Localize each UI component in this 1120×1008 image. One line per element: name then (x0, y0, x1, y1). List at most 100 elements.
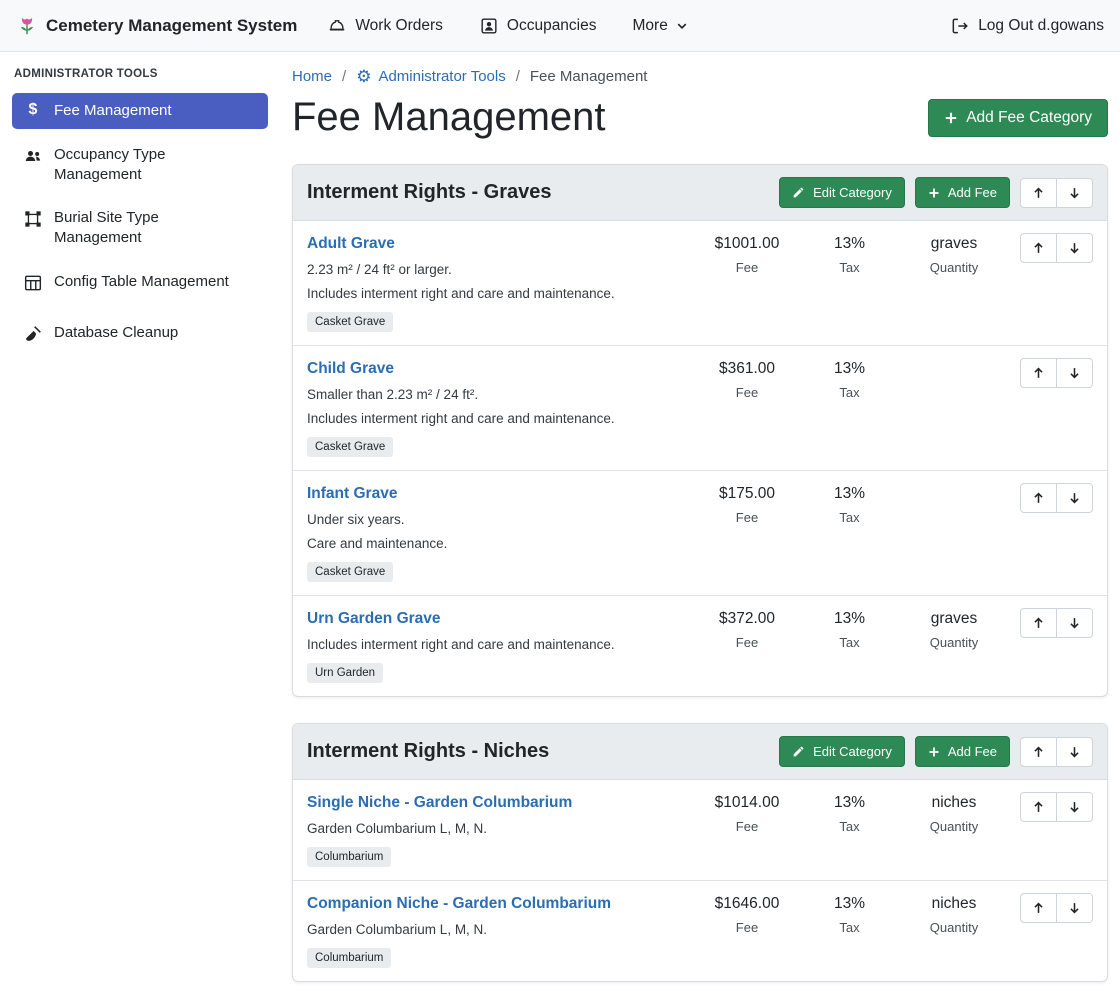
edit-category-button[interactable]: Edit Category (779, 736, 905, 767)
fee-type-badge: Columbarium (307, 847, 391, 867)
quantity-unit: graves (902, 235, 1006, 253)
fee-tax-column: 13% Tax (797, 608, 902, 650)
add-fee-button[interactable]: Add Fee (915, 736, 1010, 767)
fee-name-link[interactable]: Urn Garden Grave (307, 610, 441, 628)
tax-value: 13% (797, 235, 902, 253)
fee-move-down-button[interactable] (1056, 792, 1093, 822)
fee-description-line: Garden Columbarium L, M, N. (307, 922, 687, 937)
nav-work-orders[interactable]: Work Orders (327, 16, 443, 36)
breadcrumb-home-link[interactable]: Home (292, 68, 332, 85)
logout-icon (950, 16, 970, 36)
category-move-down-button[interactable] (1056, 737, 1093, 767)
edit-category-label: Edit Category (813, 185, 892, 200)
plus-icon (928, 187, 940, 199)
fee-description-line: Under six years. (307, 512, 687, 527)
category-move-down-button[interactable] (1056, 178, 1093, 208)
sidebar-item-database-cleanup[interactable]: Database Cleanup (12, 315, 268, 358)
category-header: Interment Rights - Graves Edit Category … (293, 165, 1107, 221)
broom-icon (23, 324, 43, 350)
fee-move-up-button[interactable] (1020, 233, 1057, 263)
fee-type-badge: Columbarium (307, 948, 391, 968)
add-fee-button[interactable]: Add Fee (915, 177, 1010, 208)
sidebar-item-burial-site-type-management[interactable]: Burial Site Type Management (12, 200, 268, 256)
category-move-up-button[interactable] (1020, 178, 1057, 208)
breadcrumb: Home / ⚙ Administrator Tools / Fee Manag… (292, 68, 1108, 85)
fee-name-link[interactable]: Child Grave (307, 360, 394, 378)
arrow-down-icon (1068, 241, 1081, 255)
sidebar-heading: ADMINISTRATOR TOOLS (14, 68, 266, 80)
fee-amount: $1646.00 (697, 895, 797, 913)
logout-link[interactable]: Log Out d.gowans (950, 16, 1104, 36)
nav-occupancies[interactable]: Occupancies (479, 16, 597, 36)
fee-move-down-button[interactable] (1056, 358, 1093, 388)
page-title: Fee Management (292, 95, 606, 140)
arrow-down-icon (1068, 186, 1081, 200)
add-fee-category-button[interactable]: Add Fee Category (928, 99, 1108, 137)
fee-label: Fee (697, 635, 797, 650)
fee-amount-column: $1014.00 Fee (697, 792, 797, 834)
tax-label: Tax (797, 819, 902, 834)
sidebar-item-label: Occupancy Type Management (54, 145, 232, 185)
nav-more[interactable]: More (633, 17, 688, 35)
fee-reorder-buttons (1020, 483, 1093, 513)
fee-name-link[interactable]: Adult Grave (307, 235, 395, 253)
fee-quantity-column: graves Quantity (902, 233, 1006, 275)
users-icon (23, 146, 43, 172)
vector-square-icon (23, 209, 43, 235)
fee-reorder-buttons (1020, 792, 1093, 822)
quantity-label: Quantity (902, 819, 1006, 834)
fee-move-up-button[interactable] (1020, 792, 1057, 822)
fee-quantity-column: Quantity (902, 483, 1006, 507)
fee-label: Fee (697, 819, 797, 834)
app-brand[interactable]: Cemetery Management System (16, 15, 297, 37)
fee-quantity-column: niches Quantity (902, 893, 1006, 935)
chevron-down-icon (676, 20, 688, 32)
breadcrumb-separator: / (342, 68, 346, 85)
fee-description-line: Garden Columbarium L, M, N. (307, 821, 687, 836)
fee-name-link[interactable]: Single Niche - Garden Columbarium (307, 794, 572, 812)
fee-amount: $175.00 (697, 485, 797, 503)
category-move-up-button[interactable] (1020, 737, 1057, 767)
sidebar-item-fee-management[interactable]: $ Fee Management (12, 93, 268, 129)
fee-move-down-button[interactable] (1056, 893, 1093, 923)
fee-type-badge: Casket Grave (307, 437, 393, 457)
quantity-unit: niches (902, 794, 1006, 812)
add-fee-label: Add Fee (948, 744, 997, 759)
breadcrumb-separator: / (516, 68, 520, 85)
sidebar-item-config-table-management[interactable]: Config Table Management (12, 264, 268, 307)
fee-description-line: Includes interment right and care and ma… (307, 637, 687, 652)
breadcrumb-admin-tools-link[interactable]: ⚙ Administrator Tools (356, 68, 506, 85)
fee-move-up-button[interactable] (1020, 608, 1057, 638)
fee-row: Adult Grave 2.23 m² / 24 ft² or larger.I… (293, 221, 1107, 346)
fee-amount-column: $175.00 Fee (697, 483, 797, 525)
fee-amount-column: $1001.00 Fee (697, 233, 797, 275)
fee-type-badge: Casket Grave (307, 562, 393, 582)
fee-tax-column: 13% Tax (797, 483, 902, 525)
fee-move-up-button[interactable] (1020, 483, 1057, 513)
edit-category-button[interactable]: Edit Category (779, 177, 905, 208)
fee-row: Companion Niche - Garden Columbarium Gar… (293, 881, 1107, 981)
fee-move-down-button[interactable] (1056, 233, 1093, 263)
sidebar-item-occupancy-type-management[interactable]: Occupancy Type Management (12, 137, 268, 193)
fee-move-up-button[interactable] (1020, 358, 1057, 388)
arrow-up-icon (1032, 366, 1045, 380)
arrow-up-icon (1032, 800, 1045, 814)
fee-label: Fee (697, 385, 797, 400)
fee-list: Adult Grave 2.23 m² / 24 ft² or larger.I… (293, 221, 1107, 696)
fee-name-link[interactable]: Infant Grave (307, 485, 397, 503)
fee-amount: $1014.00 (697, 794, 797, 812)
fee-list: Single Niche - Garden Columbarium Garden… (293, 780, 1107, 981)
category-reorder-buttons (1020, 737, 1093, 767)
pencil-icon (792, 186, 805, 199)
arrow-up-icon (1032, 241, 1045, 255)
fee-move-down-button[interactable] (1056, 608, 1093, 638)
tax-label: Tax (797, 920, 902, 935)
fee-name-link[interactable]: Companion Niche - Garden Columbarium (307, 895, 611, 913)
fee-amount-column: $372.00 Fee (697, 608, 797, 650)
fee-move-up-button[interactable] (1020, 893, 1057, 923)
fee-move-down-button[interactable] (1056, 483, 1093, 513)
fee-categories-list: Interment Rights - Graves Edit Category … (292, 164, 1108, 982)
breadcrumb-current: Fee Management (530, 68, 648, 85)
arrow-down-icon (1068, 491, 1081, 505)
nav-more-label: More (633, 17, 668, 35)
